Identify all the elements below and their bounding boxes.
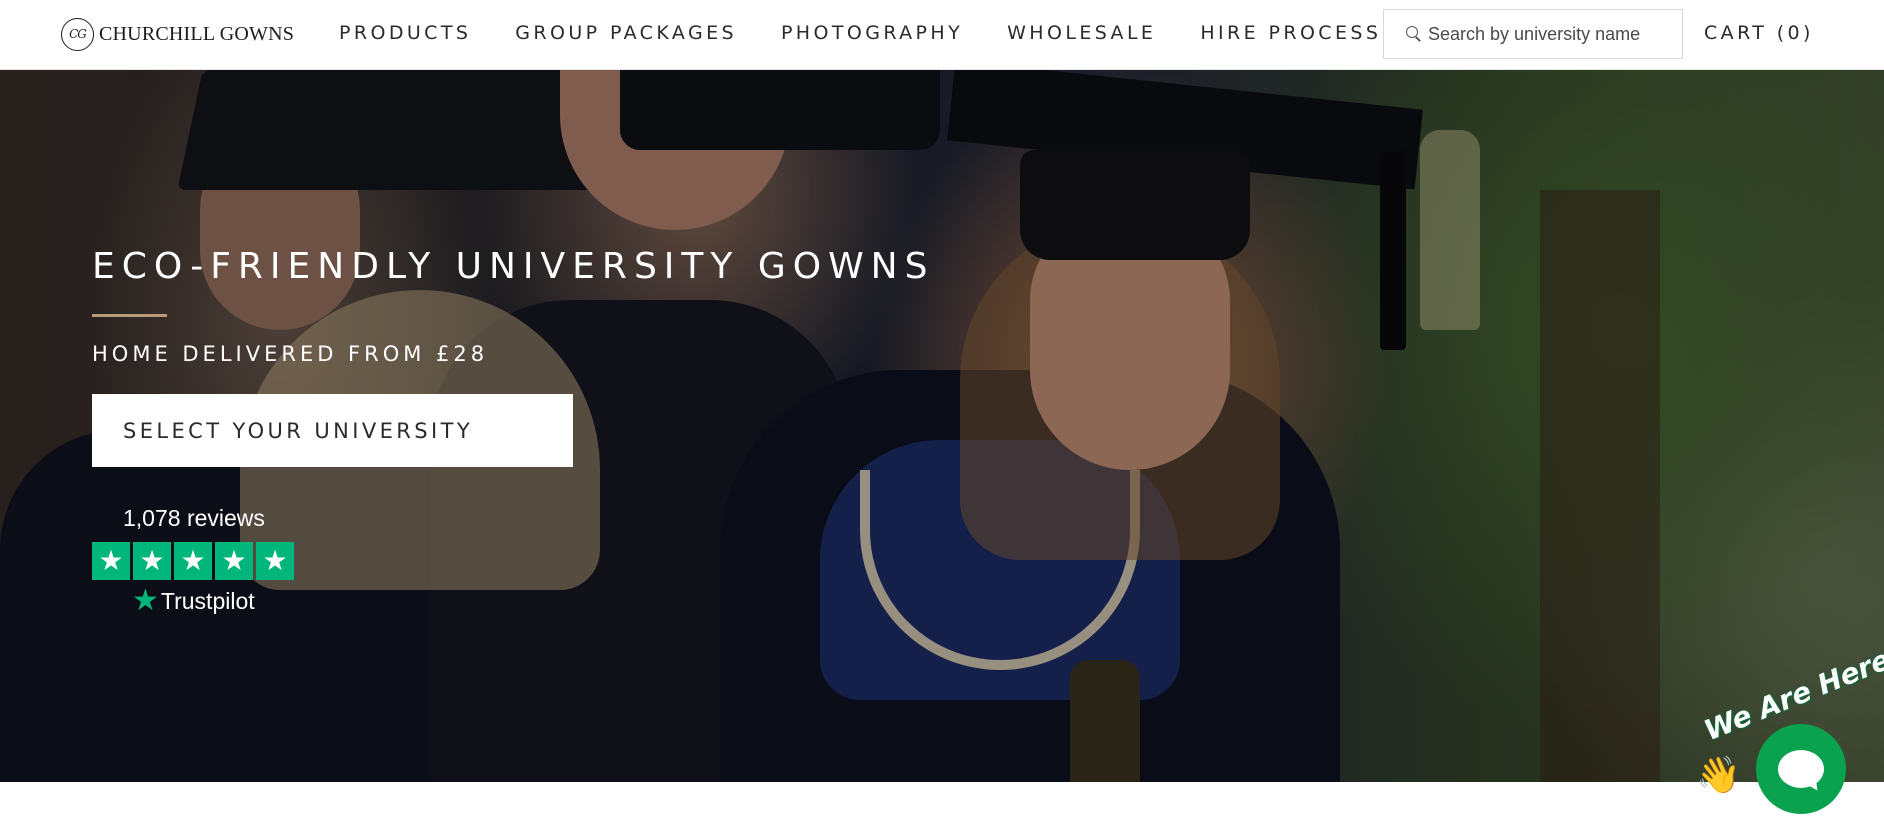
- cart-link[interactable]: CART (0): [1704, 22, 1814, 44]
- star-icon: ★: [256, 542, 294, 580]
- search-icon: [1406, 26, 1422, 42]
- logo-text: CHURCHILL GOWNS: [99, 22, 295, 45]
- hero-title: ECO-FRIENDLY UNIVERSITY GOWNS: [92, 246, 935, 287]
- hero-subtitle: HOME DELIVERED FROM £28: [92, 342, 489, 366]
- nav-item-group-packages[interactable]: GROUP PACKAGES: [515, 22, 737, 44]
- nav-item-hire-process[interactable]: HIRE PROCESS: [1200, 22, 1381, 44]
- waving-hand-icon: 👋: [1696, 755, 1741, 796]
- search-box[interactable]: [1383, 9, 1683, 59]
- site-header: CG CHURCHILL GOWNS PRODUCTS GROUP PACKAG…: [0, 0, 1884, 70]
- trustpilot-brand: ★ Trustpilot: [132, 586, 302, 616]
- logo-mark: CG: [61, 17, 94, 51]
- search-input[interactable]: [1428, 23, 1678, 45]
- main-nav: PRODUCTS GROUP PACKAGES PHOTOGRAPHY WHOL…: [339, 22, 1425, 44]
- trustpilot-logo-icon: ★: [132, 583, 159, 618]
- star-icon: ★: [215, 542, 253, 580]
- site-logo[interactable]: CG CHURCHILL GOWNS: [61, 16, 294, 52]
- select-university-button[interactable]: SELECT YOUR UNIVERSITY: [92, 394, 573, 467]
- trustpilot-stars: ★ ★ ★ ★ ★: [92, 542, 302, 580]
- hero-banner: ECO-FRIENDLY UNIVERSITY GOWNS HOME DELIV…: [0, 70, 1884, 782]
- chat-bubble-icon: [1778, 750, 1824, 788]
- star-icon: ★: [92, 542, 130, 580]
- chat-button[interactable]: [1756, 724, 1846, 814]
- nav-item-wholesale[interactable]: WHOLESALE: [1007, 22, 1156, 44]
- nav-item-photography[interactable]: PHOTOGRAPHY: [781, 22, 963, 44]
- star-icon: ★: [133, 542, 171, 580]
- nav-item-products[interactable]: PRODUCTS: [339, 22, 471, 44]
- trustpilot-review-count: 1,078 reviews: [123, 505, 265, 531]
- trustpilot-brand-name: Trustpilot: [160, 587, 255, 614]
- trustpilot-widget[interactable]: 1,078 reviews ★ ★ ★ ★ ★ ★ Trustpilot: [92, 505, 302, 616]
- hero-divider: [92, 314, 167, 317]
- star-icon: ★: [174, 542, 212, 580]
